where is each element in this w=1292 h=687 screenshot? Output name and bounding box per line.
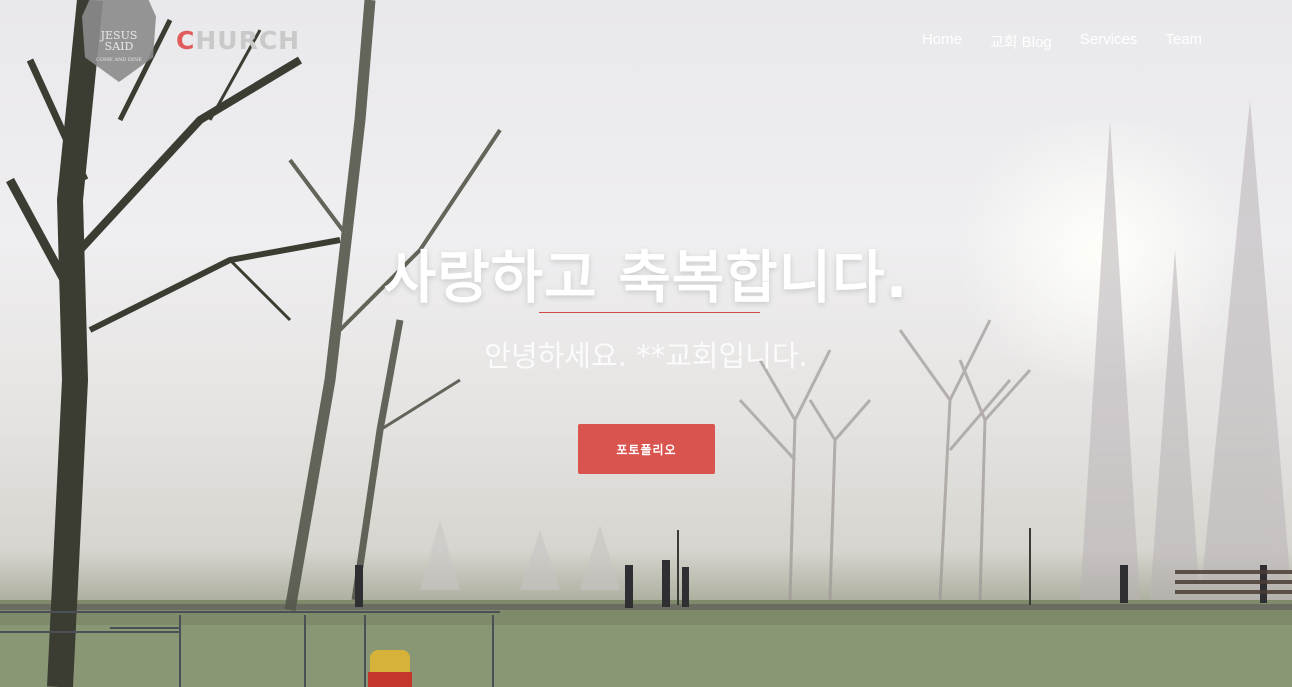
brand-first-letter: C: [176, 26, 196, 55]
portfolio-button[interactable]: 포토폴리오: [578, 424, 715, 474]
hero-subline: 안녕하세요. **교회입니다.: [484, 339, 808, 373]
headline-divider: [539, 312, 760, 313]
nav-team[interactable]: Team: [1165, 31, 1202, 52]
brand-wordmark[interactable]: CHURCH: [176, 26, 300, 55]
hero-section: JESUS SAID COME AND DINE CHURCH Home 교회 …: [0, 0, 1292, 687]
nav-home[interactable]: Home: [922, 31, 962, 52]
logo-badge-line2: SAID: [104, 40, 134, 53]
hero-headline: 사랑하고 축복합니다.: [383, 245, 909, 311]
nav-blog[interactable]: 교회 Blog: [990, 31, 1052, 52]
logo-badge-small: COME AND DINE: [96, 57, 142, 63]
nav-services[interactable]: Services: [1080, 31, 1138, 52]
main-nav: Home 교회 Blog Services Team: [922, 31, 1202, 52]
brand-rest: HURCH: [195, 26, 301, 55]
